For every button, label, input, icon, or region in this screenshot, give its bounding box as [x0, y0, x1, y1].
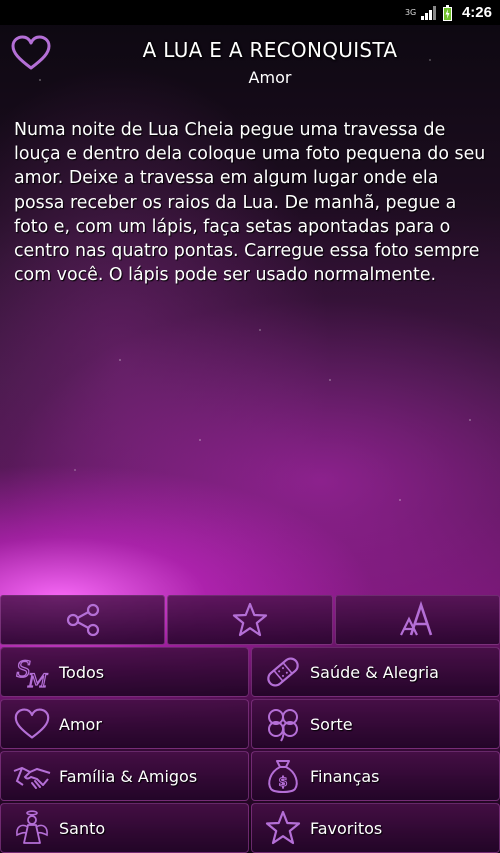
- spell-text: Numa noite de Lua Cheia pegue uma traves…: [14, 120, 486, 286]
- category-amor[interactable]: Amor: [0, 699, 249, 749]
- action-bar: [0, 595, 500, 645]
- share-button[interactable]: [0, 595, 166, 645]
- heart-icon: [13, 705, 51, 743]
- svg-text:M: M: [27, 670, 48, 692]
- status-clock: 4:26: [461, 4, 492, 21]
- bandage-icon: [264, 653, 302, 691]
- category-saude-alegria[interactable]: Saúde & Alegria: [251, 647, 500, 697]
- category-favoritos[interactable]: Favoritos: [251, 803, 500, 853]
- money-bag-icon: $: [264, 757, 302, 795]
- category-label: Favoritos: [310, 818, 383, 838]
- sm-monogram-icon: S M: [13, 653, 51, 692]
- category-familia-amigos[interactable]: Família & Amigos: [0, 751, 249, 801]
- svg-text:$: $: [278, 775, 287, 790]
- share-icon: [66, 603, 99, 637]
- font-size-icon: [400, 600, 433, 636]
- page-subtitle: Amor: [248, 68, 292, 87]
- category-financas[interactable]: $ Finanças: [251, 751, 500, 801]
- star-icon: [232, 602, 268, 637]
- category-label: Família & Amigos: [59, 766, 198, 786]
- font-size-button[interactable]: [334, 595, 500, 645]
- clover-icon: [264, 705, 302, 743]
- category-label: Amor: [59, 714, 102, 734]
- handshake-icon: [13, 757, 51, 795]
- category-label: Saúde & Alegria: [310, 662, 439, 682]
- battery-icon: [442, 4, 452, 21]
- heart-icon[interactable]: [11, 35, 51, 71]
- category-sorte[interactable]: Sorte: [251, 699, 500, 749]
- category-label: Finanças: [310, 766, 380, 786]
- signal-icon: [420, 5, 436, 20]
- network-type-label: 3G: [404, 7, 417, 17]
- category-label: Santo: [59, 818, 106, 838]
- status-bar: 3G 4:26: [0, 0, 500, 25]
- category-santo[interactable]: Santo: [0, 803, 249, 853]
- category-label: Sorte: [310, 714, 353, 734]
- status-icons: 3G 4:26: [405, 3, 492, 22]
- page-title: A LUA E A RECONQUISTA: [142, 38, 398, 62]
- category-label: Todos: [59, 662, 105, 682]
- category-todos[interactable]: S M Todos: [0, 647, 249, 697]
- favorite-button[interactable]: [167, 595, 333, 645]
- category-grid: S M Todos Saúde & Alegria Amor Sorte Fam…: [0, 647, 500, 853]
- angel-icon: [13, 809, 51, 847]
- star-icon: [264, 809, 302, 847]
